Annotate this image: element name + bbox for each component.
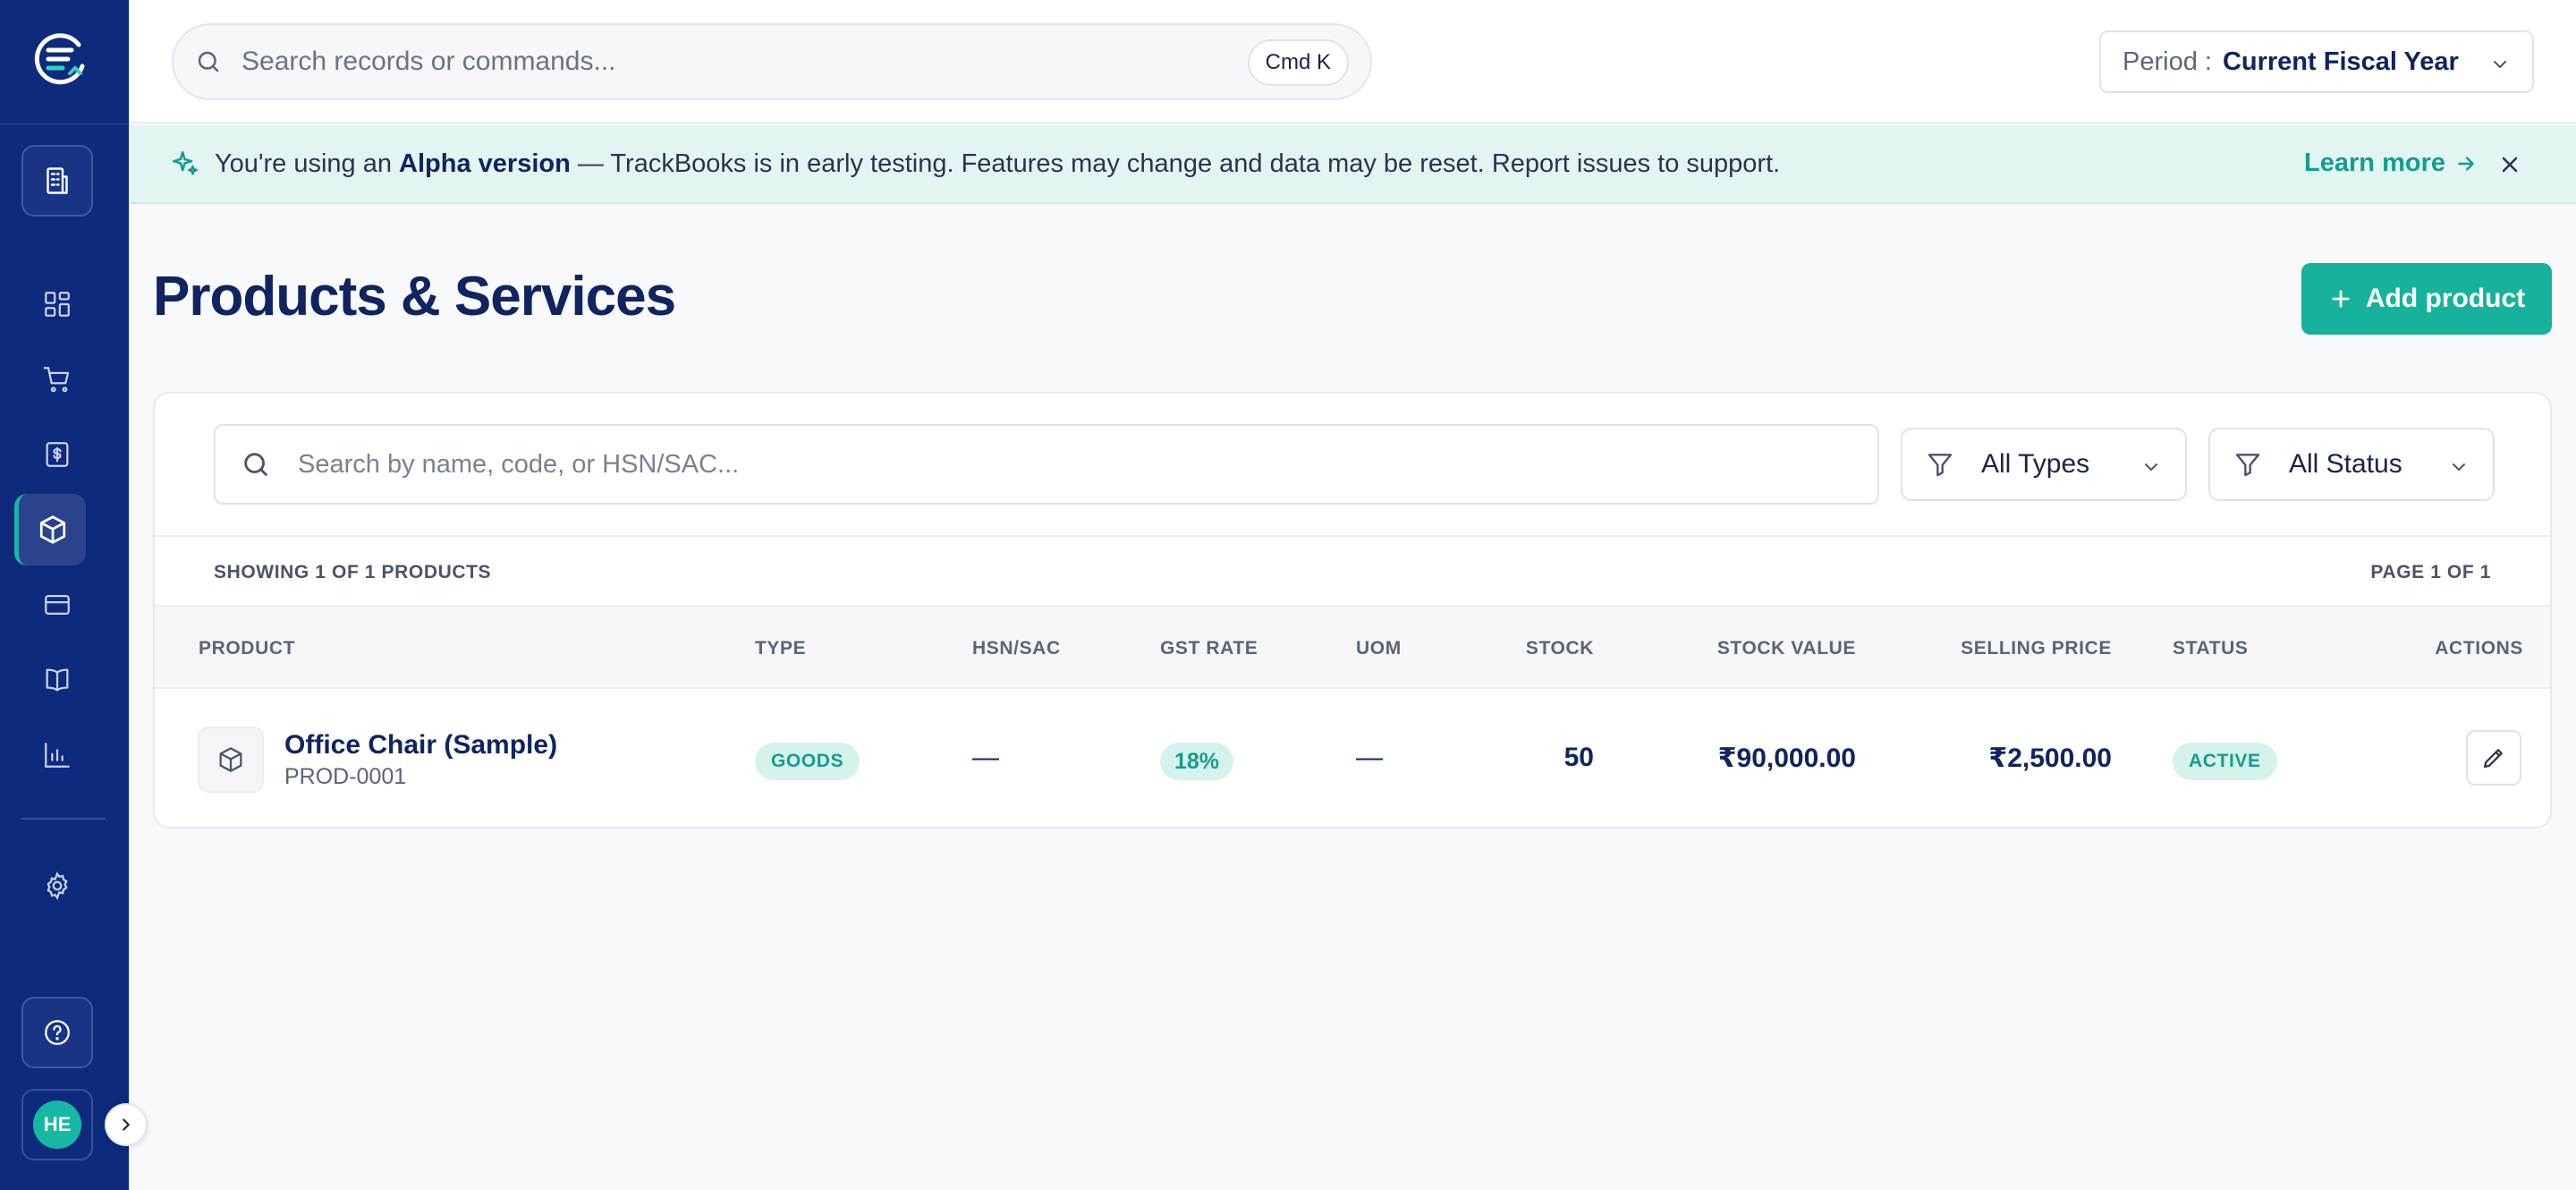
learn-more-link[interactable]: Learn more (2304, 149, 2478, 178)
avatar: HE (33, 1101, 81, 1149)
grid-icon (42, 289, 72, 319)
gst-badge: 18% (1160, 743, 1234, 780)
type-badge: GOODS (755, 743, 860, 780)
column-gst-rate[interactable]: GST RATE (1160, 638, 1258, 659)
learn-more-label: Learn more (2304, 149, 2445, 177)
close-icon[interactable] (2497, 152, 2522, 177)
column-type[interactable]: TYPE (755, 638, 806, 659)
sparkle-icon (170, 149, 200, 179)
filter-icon (1926, 450, 1954, 479)
results-meta: SHOWING 1 OF 1 PRODUCTS PAGE 1 OF 1 (155, 535, 2550, 607)
product-code: PROD-0001 (284, 764, 407, 789)
column-status[interactable]: STATUS (2173, 638, 2248, 659)
stock-total-value: ₹90,000.00 (1717, 744, 1856, 773)
sidebar-item-payments[interactable] (21, 569, 93, 641)
type-filter-value: All Types (1981, 449, 2090, 479)
column-uom[interactable]: UOM (1356, 638, 1402, 659)
uom-value: — (1356, 743, 1383, 772)
status-badge: ACTIVE (2173, 743, 2277, 780)
box-icon (37, 514, 69, 546)
sidebar-divider (0, 123, 129, 124)
add-product-label: Add product (2365, 284, 2526, 313)
receipt-dollar-icon (42, 439, 72, 470)
page-title: Products & Services (153, 266, 676, 327)
column-selling-price[interactable]: SELLING PRICE (1961, 638, 2112, 659)
stock-value: 50 (1563, 743, 1594, 772)
edit-button[interactable] (2466, 730, 2521, 786)
page-indicator: PAGE 1 OF 1 (2370, 562, 2491, 582)
credit-card-icon (42, 590, 72, 620)
type-filter[interactable]: All Types (1901, 428, 2187, 501)
sidebar-item-sales[interactable] (21, 344, 93, 415)
period-label: Period : (2123, 47, 2212, 76)
period-value: Current Fiscal Year (2222, 47, 2459, 76)
column-stock-value[interactable]: STOCK VALUE (1717, 638, 1856, 659)
user-menu[interactable]: HE (21, 1089, 93, 1160)
sidebar-item-settings[interactable] (21, 850, 93, 922)
bar-chart-icon (42, 740, 72, 770)
table-row[interactable]: Office Chair (Sample) PROD-0001 GOODS — … (155, 689, 2550, 827)
chevron-down-icon (2448, 456, 2470, 478)
sidebar-item-dashboard[interactable] (21, 268, 93, 340)
column-actions: ACTIONS (2435, 638, 2523, 659)
product-thumbnail (198, 727, 264, 793)
banner-prefix: You're using an (215, 149, 392, 178)
chevron-down-icon (2140, 456, 2162, 478)
product-search-input[interactable] (298, 449, 1818, 480)
sidebar-item-invoices[interactable] (21, 419, 93, 490)
status-filter-value: All Status (2289, 449, 2402, 479)
add-product-button[interactable]: Add product (2301, 263, 2552, 335)
results-count: SHOWING 1 OF 1 PRODUCTS (214, 562, 492, 582)
column-hsn[interactable]: HSN/SAC (972, 638, 1061, 659)
sidebar-item-reports[interactable] (21, 719, 93, 791)
product-search[interactable] (214, 424, 1879, 505)
app-logo[interactable] (32, 30, 89, 88)
sidebar-divider (21, 818, 106, 820)
column-product[interactable]: PRODUCT (199, 638, 295, 659)
help-button[interactable] (21, 997, 93, 1068)
chevron-right-icon (116, 1115, 136, 1135)
arrow-right-icon (2454, 152, 2478, 175)
banner-text: You're using an Alpha version — TrackBoo… (215, 149, 1780, 179)
selling-price: ₹2,500.00 (1988, 744, 2112, 773)
global-search[interactable]: Cmd K (172, 23, 1372, 100)
search-icon (195, 48, 222, 75)
sidebar-item-company[interactable] (21, 145, 93, 217)
cart-icon (42, 364, 72, 395)
alpha-banner: You're using an Alpha version — TrackBoo… (129, 125, 2576, 204)
period-select[interactable]: Period : Current Fiscal Year (2099, 30, 2534, 93)
table-header: PRODUCT TYPE HSN/SAC GST RATE UOM STOCK … (155, 607, 2550, 689)
plus-icon (2328, 286, 2353, 311)
sidebar-expand-button[interactable] (105, 1103, 148, 1146)
building-icon (41, 165, 73, 197)
global-search-input[interactable] (242, 47, 1208, 77)
banner-suffix: — TrackBooks is in early testing. Featur… (577, 149, 1781, 178)
chevron-down-icon (2489, 54, 2511, 75)
topbar: Cmd K Period : Current Fiscal Year (129, 0, 2576, 123)
products-card: All Types All Status SHOWING 1 OF 1 PROD… (153, 392, 2552, 829)
column-stock[interactable]: STOCK (1526, 638, 1594, 659)
status-filter[interactable]: All Status (2208, 428, 2495, 501)
shortcut-badge: Cmd K (1247, 39, 1349, 86)
sidebar-item-ledger[interactable] (21, 644, 93, 716)
sidebar: HE (0, 0, 129, 1190)
sidebar-item-products[interactable] (14, 494, 86, 565)
box-icon (216, 745, 245, 774)
pencil-icon (2480, 744, 2507, 771)
product-name[interactable]: Office Chair (Sample) (284, 730, 557, 761)
help-circle-icon (42, 1017, 72, 1048)
book-icon (42, 665, 72, 695)
search-icon (241, 449, 271, 480)
banner-highlight: Alpha version (399, 149, 571, 178)
filter-icon (2233, 450, 2262, 479)
gear-icon (42, 871, 72, 901)
hsn-value: — (972, 743, 999, 772)
